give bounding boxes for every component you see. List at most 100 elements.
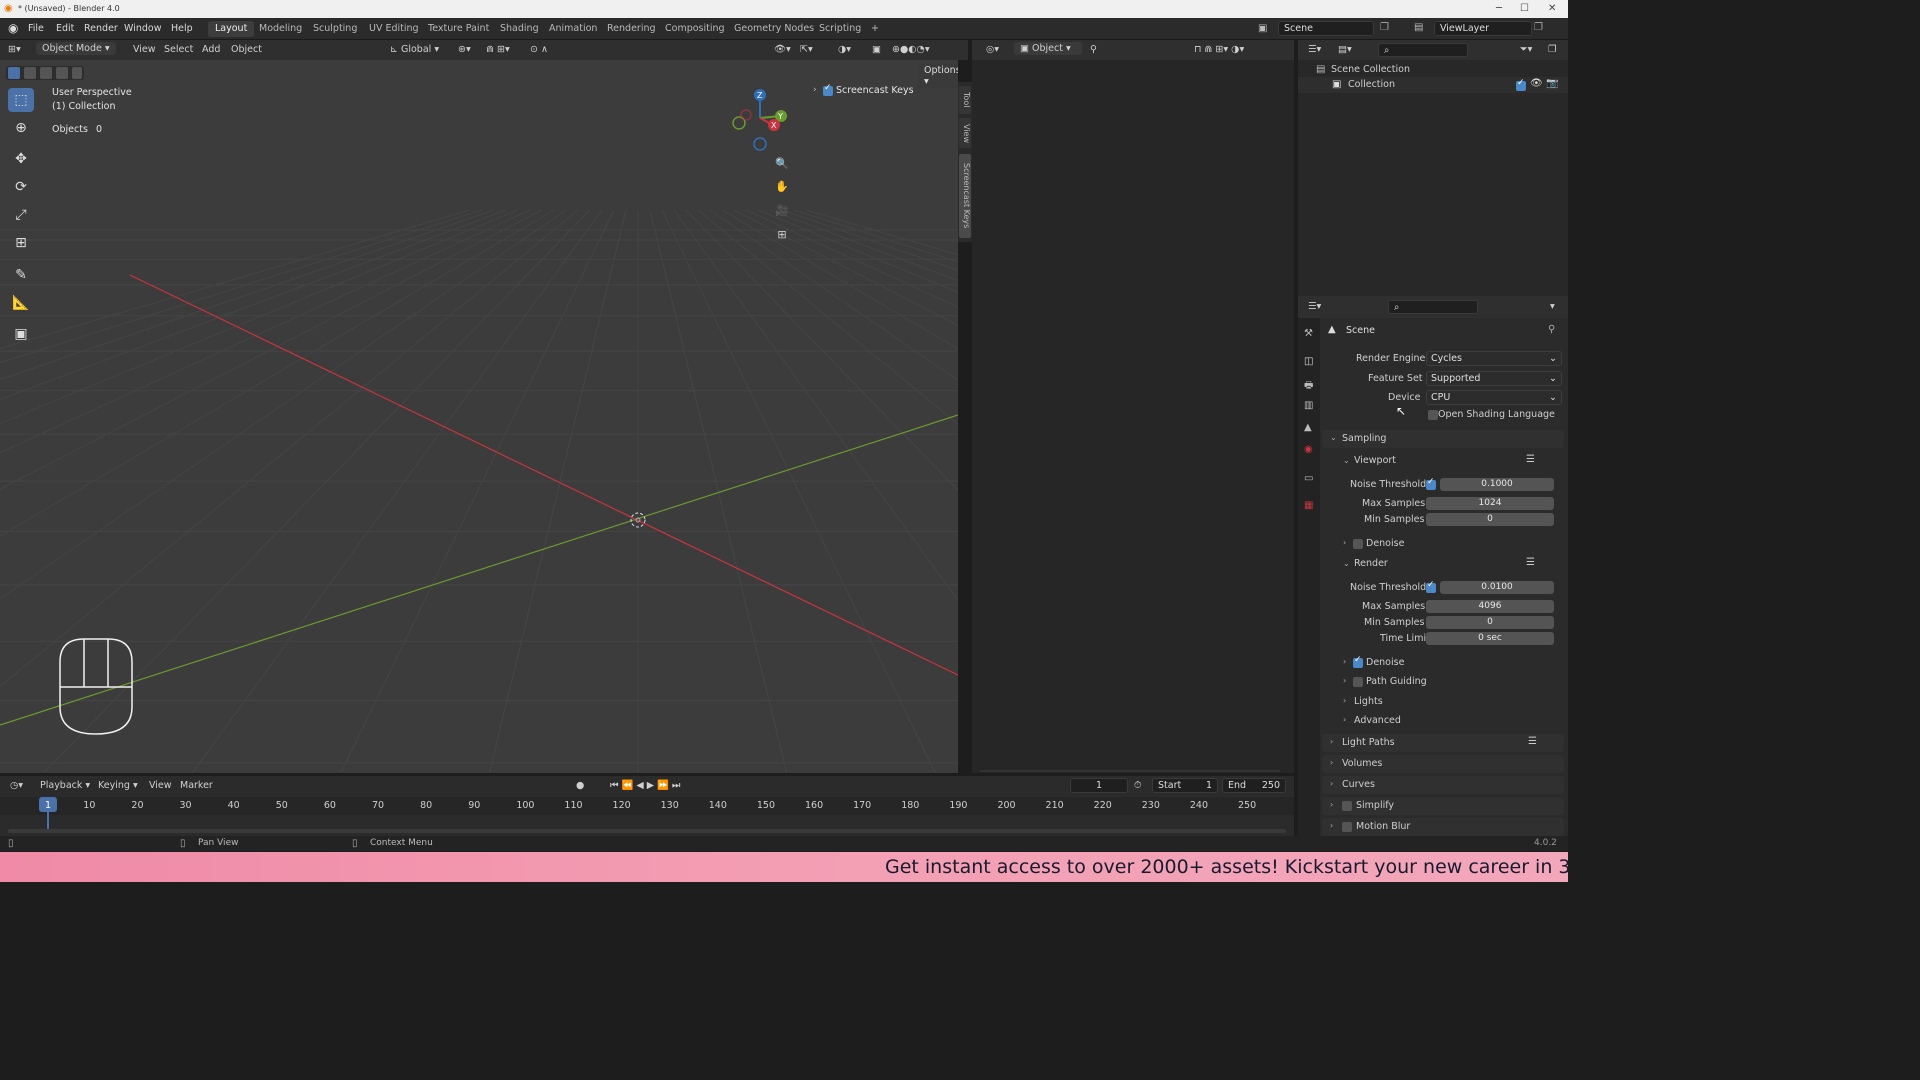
ortho-grid-icon[interactable]: ⊞ (772, 225, 792, 245)
r-max-samples-field[interactable]: 4096 (1426, 600, 1554, 613)
collection-row[interactable]: ▣ Collection 👁 📷 (1298, 77, 1568, 93)
pivot-icon[interactable]: ⊛▾ (458, 44, 471, 55)
preview-range-icon[interactable]: ⏱ (1134, 780, 1141, 791)
annotate-tool-icon[interactable]: ✎ (8, 263, 34, 287)
motion-blur-panel-header[interactable]: › Motion Blur (1322, 818, 1564, 836)
outliner-search-input[interactable]: ⌕ (1378, 43, 1468, 57)
collection-label[interactable]: Collection (1348, 79, 1395, 90)
sampling-panel-header[interactable]: ⌄ Sampling (1322, 430, 1564, 448)
menu-file[interactable]: File (28, 23, 44, 34)
r-noise-threshold-field[interactable]: 0.0100 (1440, 581, 1554, 594)
transform-tool-icon[interactable]: ⊞ (8, 231, 34, 255)
select-mode-buttons[interactable] (6, 66, 84, 80)
end-frame-field[interactable]: End 250 (1222, 778, 1286, 793)
output-tab-icon[interactable]: 🖶 (1304, 378, 1313, 395)
scene-collection-label[interactable]: Scene Collection (1331, 64, 1410, 75)
snap-icon[interactable]: ⋒ ⊞▾ (486, 44, 510, 55)
editor-type-icon[interactable]: ◷▾ (10, 780, 23, 791)
r-denoise-checkbox[interactable] (1353, 655, 1363, 668)
tab-texture-paint[interactable]: Texture Paint (421, 21, 496, 37)
screencast-checkbox[interactable] (823, 83, 833, 96)
3d-viewport[interactable]: User Perspective (1) Collection Objects … (0, 60, 958, 773)
tab-screencast-keys[interactable]: Screencast Keys (959, 154, 971, 238)
light-paths-panel-header[interactable]: › Light Paths ☰ (1322, 734, 1564, 752)
scene-selector[interactable]: Scene (1278, 21, 1374, 36)
chevron-down-icon[interactable]: ⌄ (1343, 559, 1350, 568)
options-chevron-icon[interactable]: ▾ (1550, 301, 1555, 312)
tab-uv-editing[interactable]: UV Editing (362, 21, 426, 37)
eye-icon[interactable]: 👁 (1530, 78, 1543, 89)
close-icon[interactable]: ✕ (1548, 3, 1556, 14)
presets-list-icon[interactable]: ☰ (1528, 736, 1537, 747)
tab-rendering[interactable]: Rendering (600, 21, 663, 37)
lights-label[interactable]: Lights (1354, 696, 1383, 707)
scene-tab-icon[interactable]: ▲ (1304, 422, 1312, 433)
vp-noise-threshold-checkbox[interactable] (1426, 477, 1436, 490)
render-tab-icon[interactable]: ◫ (1304, 356, 1313, 367)
add-cube-tool-icon[interactable]: ▣ (8, 322, 34, 346)
r-noise-threshold-checkbox[interactable] (1426, 580, 1436, 593)
chevron-right-icon[interactable]: › (1343, 676, 1346, 685)
display-mode-icon[interactable]: ▤▾ (1338, 44, 1352, 55)
editor-type-icon[interactable]: ◎▾ (986, 44, 999, 55)
tab-compositing[interactable]: Compositing (658, 21, 732, 37)
chevron-right-icon[interactable]: › (1343, 715, 1346, 724)
tab-shading[interactable]: Shading (493, 21, 546, 37)
tab-sculpting[interactable]: Sculpting (306, 21, 364, 37)
menu-edit[interactable]: Edit (56, 23, 74, 34)
menu-view[interactable]: View (133, 44, 156, 55)
chevron-right-icon[interactable]: › (1343, 657, 1346, 666)
camera-icon[interactable]: 🎥 (772, 201, 792, 221)
osl-checkbox[interactable] (1428, 410, 1438, 420)
device-dropdown[interactable]: CPU ⌄ (1426, 390, 1562, 405)
gizmo-toggle-icon[interactable]: ⇱▾ (800, 44, 813, 55)
menu-window[interactable]: Window (124, 23, 161, 34)
playback-menu[interactable]: Playback ▾ (40, 780, 90, 791)
menu-add[interactable]: Add (202, 44, 220, 55)
zoom-icon[interactable]: 🔍 (772, 154, 792, 174)
tab-modeling[interactable]: Modeling (252, 21, 309, 37)
tab-animation[interactable]: Animation (542, 21, 604, 37)
keying-menu[interactable]: Keying ▾ (98, 780, 138, 791)
presets-list-icon[interactable]: ☰ (1526, 454, 1535, 465)
r-min-samples-field[interactable]: 0 (1426, 616, 1554, 629)
editor-type-icon[interactable]: ⊞▾ (8, 44, 21, 55)
tab-geometry-nodes[interactable]: Geometry Nodes (727, 21, 821, 37)
new-scene-icon[interactable]: ❐ (1380, 22, 1389, 33)
measure-tool-icon[interactable]: 📐 (8, 291, 34, 315)
orientation-dropdown[interactable]: ⊾ Global ▾ (390, 44, 439, 55)
object-selector[interactable]: ▣ Object ▾ (1014, 42, 1082, 55)
auto-keying-icon[interactable]: ● (576, 780, 584, 791)
frame-ruler[interactable]: 10 20 30 40 50 60 70 80 90 100 110 120 130 140 150 160 1… (0, 797, 1294, 815)
scale-tool-icon[interactable]: ⤢ (8, 203, 34, 227)
vp-noise-threshold-field[interactable]: 0.1000 (1440, 478, 1554, 491)
viewport-sub-label[interactable]: Viewport (1354, 455, 1396, 466)
simplify-panel-header[interactable]: › Simplify (1322, 797, 1564, 815)
shading-modes[interactable]: ⊕●◐◔▾ (892, 44, 930, 55)
motion-blur-checkbox[interactable] (1342, 822, 1352, 832)
volumes-panel-header[interactable]: › Volumes (1322, 755, 1564, 773)
collection-exclude-checkbox[interactable] (1516, 78, 1526, 91)
screencast-expand-icon[interactable]: › (813, 85, 817, 95)
collection-tab-icon[interactable]: ▭ (1304, 473, 1313, 484)
vp-max-samples-field[interactable]: 1024 (1426, 497, 1554, 510)
scene-icon[interactable]: ▣ (1258, 23, 1267, 34)
chevron-down-icon[interactable]: ⌄ (1343, 456, 1350, 465)
overlay-toggle-icon[interactable]: ◑▾ (838, 44, 851, 55)
options-button[interactable]: Options ▾ (918, 64, 958, 88)
cursor-tool-icon[interactable]: ⊕ (8, 116, 34, 140)
tool-tab-icon[interactable]: ⚒ (1304, 328, 1313, 339)
viewlayer-selector[interactable]: ViewLayer (1434, 21, 1532, 36)
new-collection-icon[interactable]: ❐ (1548, 44, 1557, 55)
select-box-tool-icon[interactable]: ⬚ (8, 88, 34, 112)
pin-icon[interactable]: ⚲ (1090, 44, 1097, 55)
menu-render[interactable]: Render (84, 23, 118, 34)
proportional-icon[interactable]: ⊓ ⋒ ⊞▾ ◑▾ (1194, 44, 1244, 55)
move-tool-icon[interactable]: ✥ (8, 147, 34, 171)
render-camera-icon[interactable]: 📷 (1546, 78, 1558, 89)
chevron-right-icon[interactable]: › (1343, 538, 1346, 547)
tab-layout[interactable]: Layout (208, 21, 255, 37)
new-viewlayer-icon[interactable]: ❐ (1534, 22, 1543, 33)
world-tab-icon[interactable]: ◉ (1304, 444, 1313, 455)
navigation-gizmo[interactable]: Z Y X (728, 84, 794, 154)
